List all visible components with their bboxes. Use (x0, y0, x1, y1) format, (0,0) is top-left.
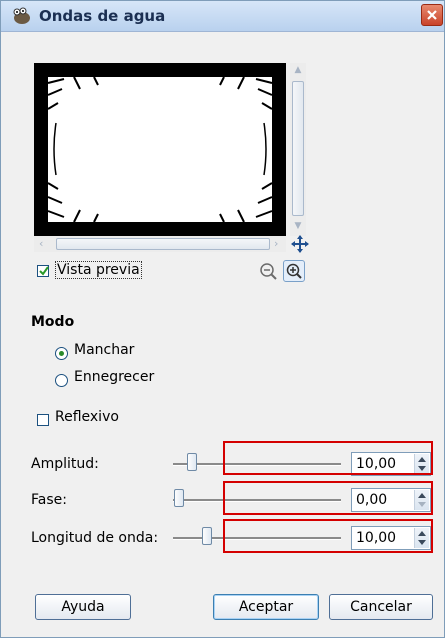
scroll-left-icon[interactable]: ‹ (39, 237, 43, 250)
title-bar[interactable]: Ondas de agua (1, 1, 444, 32)
close-icon (427, 10, 437, 20)
checkmark-icon (39, 266, 49, 276)
preview-checkbox[interactable] (37, 265, 49, 277)
zoom-out-button[interactable] (257, 260, 279, 282)
cancel-button[interactable]: Cancelar (329, 594, 433, 620)
preview-vertical-scrollbar[interactable]: ▲ ▼ (290, 63, 306, 236)
zoom-in-icon (286, 263, 302, 279)
phase-slider-thumb[interactable] (174, 489, 184, 507)
wavelength-label: Longitud de onda: (31, 530, 159, 546)
preview-image[interactable] (34, 63, 286, 236)
scroll-right-icon[interactable]: › (274, 237, 278, 250)
preview-horizontal-scrollbar[interactable]: ‹ › (34, 236, 286, 252)
ok-button[interactable]: Aceptar (213, 594, 319, 620)
scroll-up-icon[interactable]: ▲ (293, 65, 303, 75)
move-cross-icon[interactable] (291, 235, 309, 253)
amplitude-label: Amplitud: (31, 456, 99, 472)
preview-checkbox-label[interactable]: Vista previa (55, 261, 142, 279)
radio-manchar-label[interactable]: Manchar (74, 342, 134, 358)
radio-manchar[interactable] (55, 347, 68, 360)
radio-ennegrecer-label[interactable]: Ennegrecer (74, 369, 154, 385)
phase-label: Fase: (31, 492, 67, 508)
amplitude-highlight-box (223, 441, 433, 475)
mode-section-title: Modo (31, 314, 75, 330)
vertical-scroll-thumb[interactable] (292, 81, 304, 216)
reflexivo-checkbox-label[interactable]: Reflexivo (55, 409, 119, 425)
radio-selected-dot (59, 351, 64, 356)
help-button[interactable]: Ayuda (35, 594, 131, 620)
zoom-out-icon (260, 263, 277, 280)
amplitude-slider-thumb[interactable] (187, 453, 197, 471)
phase-highlight-box (223, 481, 433, 515)
reflexivo-checkbox[interactable] (37, 414, 49, 426)
wavelength-highlight-box (223, 519, 433, 553)
close-button[interactable] (421, 4, 443, 26)
horizontal-scroll-thumb[interactable] (56, 238, 270, 250)
radio-ennegrecer[interactable] (55, 374, 68, 387)
window-title: Ondas de agua (39, 7, 166, 25)
scroll-down-icon[interactable]: ▼ (293, 221, 303, 231)
wavelength-slider-thumb[interactable] (202, 527, 212, 545)
dialog-window: Ondas de agua ▲ ▼ ‹ › Vista previa Modo … (0, 0, 445, 638)
zoom-in-button[interactable] (283, 260, 305, 282)
wilber-icon (11, 7, 31, 25)
